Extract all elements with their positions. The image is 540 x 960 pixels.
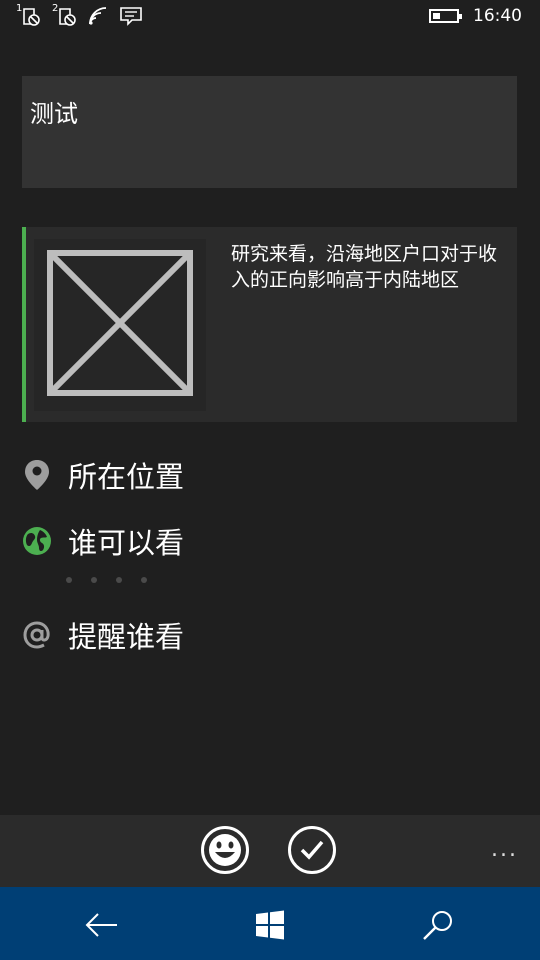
location-option[interactable]: 所在位置 [22, 455, 442, 495]
message-icon [120, 7, 142, 26]
sim-signal-icon [23, 8, 40, 26]
post-text-content: 测试 [30, 100, 78, 128]
checkmark-icon [300, 840, 324, 860]
at-sign-icon [22, 620, 52, 650]
image-placeholder-icon [47, 250, 193, 396]
app-bar: ... [0, 815, 540, 887]
sim-signal-icon [59, 8, 76, 26]
thumbnail-placeholder [34, 239, 206, 411]
globe-icon [22, 526, 52, 556]
dot [141, 577, 147, 583]
battery-icon [429, 9, 462, 23]
clock: 16:40 [473, 6, 522, 26]
dot [66, 577, 72, 583]
status-icons-left: 1 2 [16, 3, 142, 27]
status-bar: 1 2 16:40 [0, 0, 540, 34]
status-icons-right: 16:40 [429, 6, 522, 26]
dot [116, 577, 122, 583]
emoji-button[interactable] [201, 826, 249, 874]
shared-link-card[interactable]: 研究来看，沿海地区户口对于收入的正向影响高于内陆地区 [22, 227, 517, 422]
windows-logo-icon [256, 910, 284, 940]
sim1-indicator: 1 [16, 3, 42, 27]
sim2-indicator: 2 [52, 3, 78, 27]
visibility-dots [66, 577, 147, 583]
start-button[interactable] [250, 905, 290, 945]
smiley-icon [209, 834, 241, 866]
system-nav-bar [0, 887, 540, 960]
location-pin-icon [22, 460, 52, 490]
search-icon [423, 911, 452, 940]
shared-link-title: 研究来看，沿海地区户口对于收入的正向影响高于内陆地区 [231, 243, 498, 291]
back-arrow-icon [85, 913, 117, 937]
post-text-input[interactable]: 测试 [22, 76, 517, 188]
wifi-icon [89, 7, 107, 25]
mention-option[interactable]: 提醒谁看 [22, 615, 442, 655]
visibility-label: 谁可以看 [68, 526, 185, 560]
dot [91, 577, 97, 583]
back-button[interactable] [82, 905, 122, 945]
mention-label: 提醒谁看 [68, 620, 185, 654]
more-options-button[interactable]: ... [491, 837, 518, 862]
visibility-option[interactable]: 谁可以看 [22, 521, 442, 561]
location-label: 所在位置 [68, 460, 185, 494]
search-button[interactable] [418, 905, 458, 945]
send-button[interactable] [288, 826, 336, 874]
